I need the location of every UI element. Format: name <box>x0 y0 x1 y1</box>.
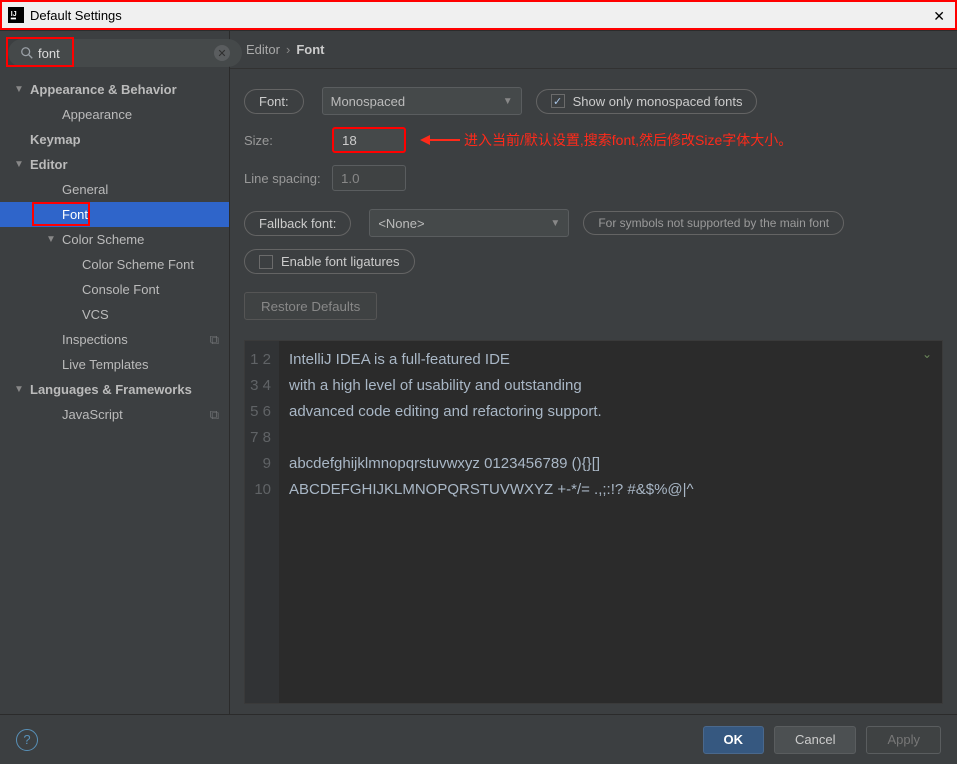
editor-code: IntelliJ IDEA is a full-featured IDE wit… <box>279 341 942 703</box>
sidebar-item-inspections[interactable]: Inspections ⧉ <box>0 327 229 352</box>
window-title: Default Settings <box>30 8 122 23</box>
size-input[interactable] <box>332 127 406 153</box>
font-preview-editor: 1 2 3 4 5 6 7 8 9 10 IntelliJ IDEA is a … <box>244 340 943 704</box>
breadcrumb: Editor › Font <box>230 31 957 69</box>
sidebar-item-console-font[interactable]: Console Font <box>0 277 229 302</box>
font-label-pill: Font: <box>244 89 304 114</box>
sidebar-item-label: VCS <box>82 307 109 322</box>
sidebar-item-label: Inspections <box>62 332 128 347</box>
ok-button[interactable]: OK <box>703 726 765 754</box>
search-clear-icon[interactable]: ✕ <box>214 45 230 61</box>
font-dropdown-value: Monospaced <box>331 94 405 109</box>
sidebar-item-label: Console Font <box>82 282 159 297</box>
cancel-button[interactable]: Cancel <box>774 726 856 754</box>
sidebar-item-label: Appearance & Behavior <box>30 82 177 97</box>
close-icon[interactable]: ✕ <box>933 8 945 25</box>
ligatures-checkbox[interactable]: Enable font ligatures <box>244 249 415 274</box>
checkbox-icon <box>551 94 565 108</box>
chevron-down-icon: ▼ <box>550 218 560 229</box>
apply-button[interactable]: Apply <box>866 726 941 754</box>
sidebar-item-label: Color Scheme <box>62 232 144 247</box>
svg-text:IJ: IJ <box>11 11 17 18</box>
fallback-font-value: <None> <box>378 216 424 231</box>
window-titlebar: IJ Default Settings ✕ <box>0 0 957 30</box>
sidebar-item-label: Languages & Frameworks <box>30 382 192 397</box>
font-dropdown[interactable]: Monospaced ▼ <box>322 87 522 115</box>
sidebar-item-label: Color Scheme Font <box>82 257 194 272</box>
sidebar-item-color-scheme[interactable]: ▼ Color Scheme <box>0 227 229 252</box>
size-label: Size: <box>244 133 332 148</box>
fallback-font-label: Fallback font: <box>244 211 351 236</box>
chevron-down-icon: ▼ <box>46 234 58 245</box>
fallback-font-dropdown[interactable]: <None> ▼ <box>369 209 569 237</box>
sidebar-item-live-templates[interactable]: Live Templates <box>0 352 229 377</box>
breadcrumb-root[interactable]: Editor <box>246 42 280 57</box>
restore-defaults-button[interactable]: Restore Defaults <box>244 292 377 320</box>
sidebar-item-color-scheme-font[interactable]: Color Scheme Font <box>0 252 229 277</box>
settings-content: Editor › Font Font: Monospaced ▼ Show on… <box>230 31 957 714</box>
copy-icon: ⧉ <box>210 407 219 423</box>
chevron-down-icon: ▼ <box>503 96 513 107</box>
annotation-arrow: 进入当前/默认设置,搜索font,然后修改Size字体大小。 <box>420 130 792 150</box>
font-form: Font: Monospaced ▼ Show only monospaced … <box>230 69 957 330</box>
sidebar-item-editor[interactable]: ▼ Editor <box>0 152 229 177</box>
search-field-wrap: ✕ <box>8 39 242 67</box>
dialog-footer: ? OK Cancel Apply <box>0 714 957 764</box>
app-icon: IJ <box>8 7 24 23</box>
show-monospaced-label: Show only monospaced fonts <box>573 94 743 109</box>
annotation-text: 进入当前/默认设置,搜索font,然后修改Size字体大小。 <box>464 130 792 150</box>
sidebar-item-label: JavaScript <box>62 407 123 422</box>
sidebar-item-javascript[interactable]: JavaScript ⧉ <box>0 402 229 427</box>
sidebar-item-keymap[interactable]: Keymap <box>0 127 229 152</box>
settings-tree: ▼ Appearance & Behavior Appearance Keymap ▼ E… <box>0 73 229 714</box>
sidebar-item-label: Appearance <box>62 107 132 122</box>
sidebar-item-vcs[interactable]: VCS <box>0 302 229 327</box>
checkbox-icon <box>259 255 273 269</box>
search-icon <box>20 46 34 60</box>
help-icon[interactable]: ? <box>16 729 38 751</box>
search-input[interactable] <box>38 46 214 61</box>
sidebar-item-general[interactable]: General <box>0 177 229 202</box>
settings-sidebar: ✕ ▼ Appearance & Behavior Appearance Keymap… <box>0 31 230 714</box>
sidebar-item-languages-frameworks[interactable]: ▼ Languages & Frameworks <box>0 377 229 402</box>
fallback-info: For symbols not supported by the main fo… <box>583 211 844 235</box>
ligatures-label: Enable font ligatures <box>281 254 400 269</box>
line-spacing-input[interactable] <box>332 165 406 191</box>
sidebar-item-label: Keymap <box>30 132 81 147</box>
chevron-down-icon: ▼ <box>14 384 26 395</box>
sidebar-item-label: Editor <box>30 157 68 172</box>
chevron-right-icon: › <box>286 42 290 57</box>
editor-gutter: 1 2 3 4 5 6 7 8 9 10 <box>245 341 279 703</box>
chevron-down-icon: ▼ <box>14 159 26 170</box>
sidebar-item-label: Live Templates <box>62 357 148 372</box>
sidebar-item-label: Font <box>62 207 88 222</box>
sidebar-item-label: General <box>62 182 108 197</box>
breadcrumb-leaf: Font <box>296 42 324 57</box>
copy-icon: ⧉ <box>210 332 219 348</box>
fold-icon[interactable]: ⌄ <box>922 347 932 361</box>
show-monospaced-checkbox[interactable]: Show only monospaced fonts <box>536 89 758 114</box>
sidebar-item-appearance-behavior[interactable]: ▼ Appearance & Behavior <box>0 77 229 102</box>
chevron-down-icon: ▼ <box>14 84 26 95</box>
sidebar-item-appearance[interactable]: Appearance <box>0 102 229 127</box>
sidebar-item-font[interactable]: Font <box>0 202 229 227</box>
line-spacing-label: Line spacing: <box>244 171 332 186</box>
